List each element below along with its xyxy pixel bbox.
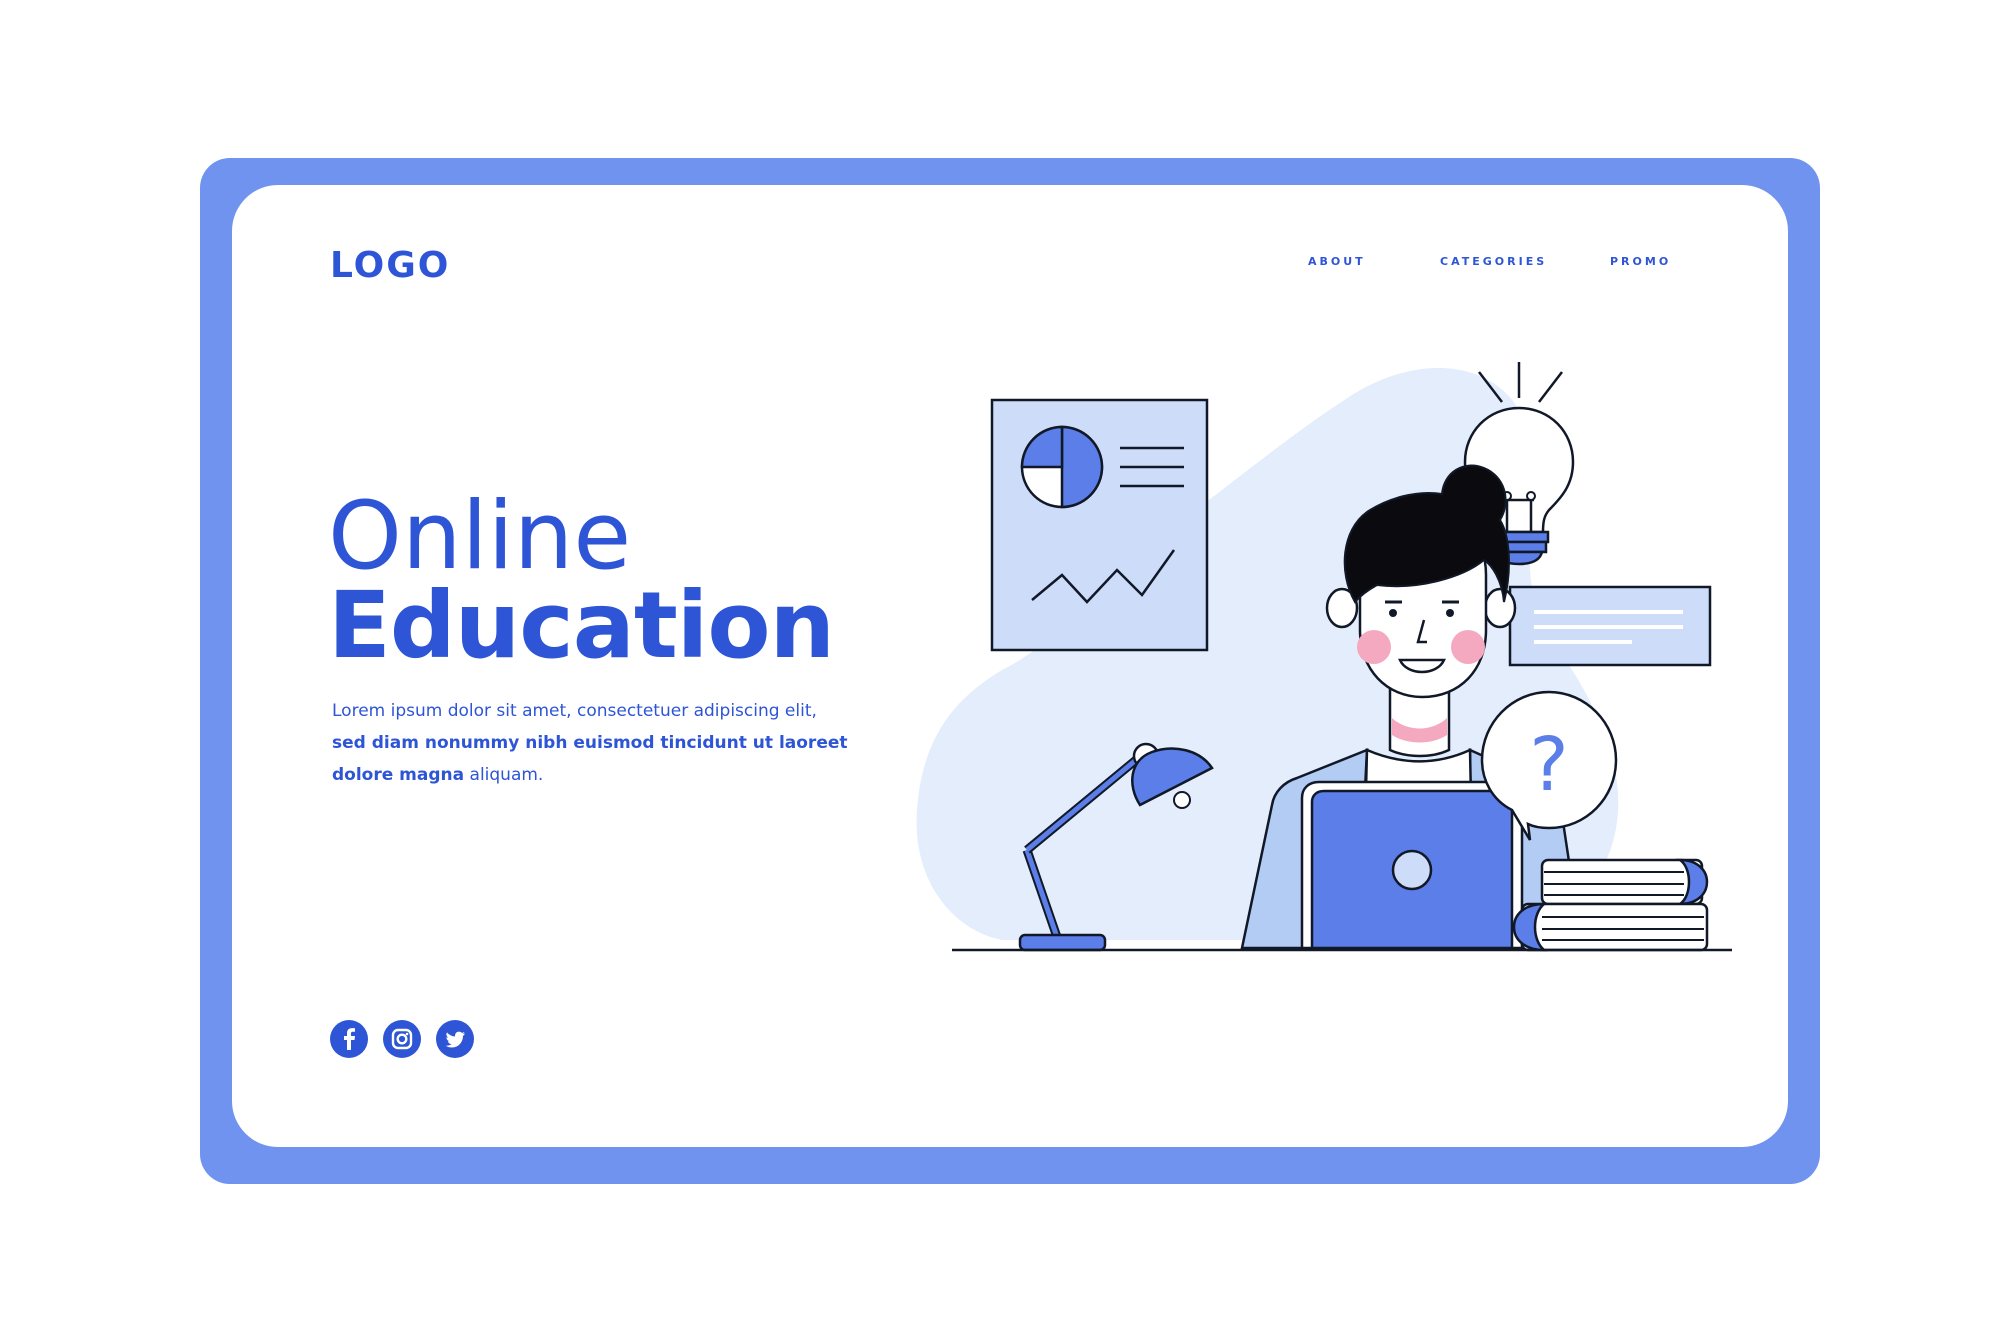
nav-promo-link[interactable]: PROMO (1610, 255, 1671, 268)
description-text: Lorem ipsum dolor sit amet, consectetuer… (332, 701, 817, 721)
facebook-icon[interactable] (330, 1020, 368, 1058)
hero-description: Lorem ipsum dolor sit amet, consectetuer… (332, 695, 852, 791)
landing-page-card: LOGO ABOUT CATEGORIES PROMO Online Educa… (232, 185, 1788, 1147)
books-icon (1512, 858, 1709, 952)
description-bold-text: sed diam nonummy nibh euismod tincidunt … (332, 733, 848, 785)
hero-title-line2: Education (328, 572, 835, 679)
twitter-icon[interactable] (436, 1020, 474, 1058)
nav-categories-link[interactable]: CATEGORIES (1440, 255, 1547, 268)
description-text-end: aliquam. (464, 765, 544, 785)
top-nav: ABOUT CATEGORIES PROMO (232, 255, 1788, 275)
nav-about-link[interactable]: ABOUT (1308, 255, 1366, 268)
hero-title-line1: Online (328, 482, 632, 591)
education-illustration: ? (916, 362, 1732, 952)
instagram-icon[interactable] (383, 1020, 421, 1058)
message-box-icon (1508, 585, 1712, 667)
laptop-icon (1300, 780, 1524, 950)
question-mark-text: ? (1529, 722, 1568, 808)
chart-document-icon (990, 398, 1209, 652)
